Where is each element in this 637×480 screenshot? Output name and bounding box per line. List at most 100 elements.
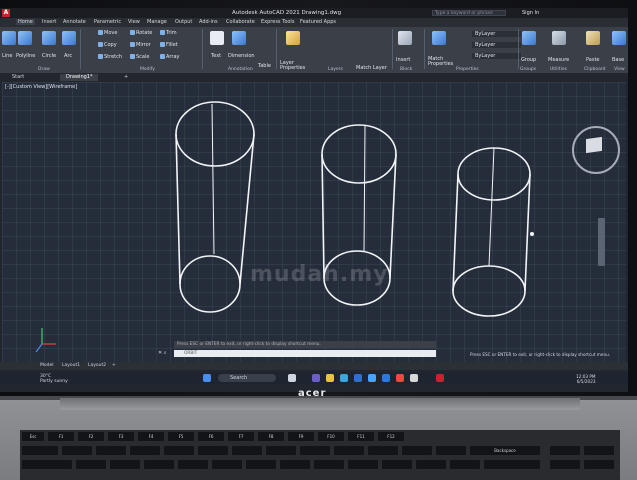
panel-label-view[interactable]: View [614,67,625,72]
task-view-icon[interactable] [288,374,296,382]
match-properties-icon[interactable] [432,31,446,45]
file-tab-drawing1[interactable]: Drawing1* [60,74,99,81]
paste-icon[interactable] [586,31,600,45]
layout-tab-layout2[interactable]: Layout2 [88,363,106,368]
tab-express-tools[interactable]: Express Tools [261,19,294,25]
fillet-tool[interactable]: Fillet [160,42,178,48]
color-dropdown[interactable]: ByLayer [472,31,521,37]
panel-label-properties[interactable]: Properties [456,67,479,72]
tab-annotate[interactable]: Annotate [63,19,86,25]
cylinder-3[interactable] [452,147,531,317]
tab-collaborate[interactable]: Collaborate [226,19,255,25]
match-properties-tool[interactable]: Match Properties [428,57,454,67]
panel-label-utilities[interactable]: Utilities [550,67,567,72]
tab-manage[interactable]: Manage [147,19,167,25]
table-tool[interactable]: Table [258,63,271,69]
viewcube-face[interactable] [586,136,602,154]
teams-icon[interactable] [312,374,320,382]
text-icon[interactable] [210,31,224,45]
tab-featured-apps[interactable]: Featured Apps [300,19,336,25]
group-icon[interactable] [522,31,536,45]
tab-home[interactable]: Home [16,19,35,25]
mail-icon[interactable] [382,374,390,382]
chrome-icon[interactable] [396,374,404,382]
key-f3: F3 [108,432,134,441]
tab-insert[interactable]: Insert [42,19,56,25]
navigation-bar[interactable] [598,218,605,266]
cylinder-1[interactable] [175,101,255,313]
new-layout-button[interactable]: + [112,363,116,368]
key [266,446,296,455]
edge-icon[interactable] [340,374,348,382]
base-view-icon[interactable] [612,31,626,45]
layout-tab-bar: Model Layout1 Layout2 + [0,362,628,370]
new-tab-button[interactable]: + [118,74,134,81]
lineweight-dropdown[interactable]: ByLayer [472,53,521,59]
clock-date: 6/5/2023 [576,379,596,384]
match-layer-tool[interactable]: Match Layer [356,65,387,71]
windows-start-icon[interactable] [203,374,211,382]
mirror-tool[interactable]: Mirror [130,42,151,48]
file-explorer-icon[interactable] [326,374,334,382]
panel-label-layers[interactable]: Layers [328,67,343,72]
key [416,460,446,469]
tab-view[interactable]: View [128,19,140,25]
panel-label-clipboard[interactable]: Clipboard [584,67,606,72]
dimension-tool[interactable]: Dimension [228,53,255,59]
base-view-tool[interactable]: Base [612,57,624,63]
layout-tab-model[interactable]: Model [40,363,54,368]
key [550,446,580,455]
sign-in-link[interactable]: Sign In [522,10,539,16]
autocad-logo-icon[interactable]: A [2,9,10,17]
dimension-icon[interactable] [232,31,246,45]
command-input[interactable]: ORBIT [174,350,436,357]
layer-properties-icon[interactable] [286,31,300,45]
panel-label-groups[interactable]: Groups [520,67,536,72]
circle-icon[interactable] [42,31,56,45]
store-icon[interactable] [354,374,362,382]
command-history: Press ESC or ENTER to exit, or right-cli… [174,341,436,348]
autocad-taskbar-icon[interactable] [436,374,444,382]
scale-tool[interactable]: Scale [130,54,149,60]
measure-tool[interactable]: Measure [548,57,569,63]
drawing-viewport[interactable]: [-][Custom View][Wireframe] mudah.my [2,82,626,362]
insert-block-tool[interactable]: Insert [396,57,410,63]
browser-icon[interactable] [368,374,376,382]
move-tool[interactable]: Move [98,30,117,36]
polyline-icon[interactable] [18,31,32,45]
arc-tool[interactable]: Arc [64,53,72,59]
file-tab-start[interactable]: Start [6,74,30,81]
arc-icon[interactable] [62,31,76,45]
system-clock[interactable]: 12:03 PM 6/5/2023 [576,374,596,384]
insert-block-icon[interactable] [398,31,412,45]
rotate-tool[interactable]: Rotate [130,30,152,36]
tab-output[interactable]: Output [175,19,192,25]
help-search-input[interactable]: Type a keyword or phrase [432,10,506,16]
trim-tool[interactable]: Trim [160,30,177,36]
weather-widget[interactable]: 30°C Partly sunny [40,374,68,384]
command-line-close-icon[interactable]: ✕ ⌕ [158,350,172,356]
paste-tool[interactable]: Paste [586,57,600,63]
app-icon[interactable] [410,374,418,382]
polyline-tool[interactable]: Polyline [16,53,35,59]
stretch-tool[interactable]: Stretch [98,54,122,60]
panel-label-annotation[interactable]: Annotation [228,67,253,72]
panel-label-modify[interactable]: Modify [140,67,155,72]
linetype-dropdown[interactable]: ByLayer [472,42,521,48]
group-tool[interactable]: Group [521,57,536,63]
taskbar-search[interactable]: Search [218,374,276,382]
array-tool[interactable]: Array [160,54,179,60]
circle-tool[interactable]: Circle [42,53,56,59]
text-tool[interactable]: Text [211,53,221,59]
layout-tab-layout1[interactable]: Layout1 [62,363,80,368]
panel-label-draw[interactable]: Draw [38,67,50,72]
viewcube-icon[interactable] [572,126,620,174]
tab-add-ins[interactable]: Add-ins [199,19,218,25]
line-tool[interactable]: Line [2,53,12,59]
layer-properties-tool[interactable]: Layer Properties [280,61,310,71]
tab-parametric[interactable]: Parametric [94,19,121,25]
measure-icon[interactable] [552,31,566,45]
copy-tool[interactable]: Copy [98,42,117,48]
panel-label-block[interactable]: Block [400,67,412,72]
line-icon[interactable] [2,31,16,45]
